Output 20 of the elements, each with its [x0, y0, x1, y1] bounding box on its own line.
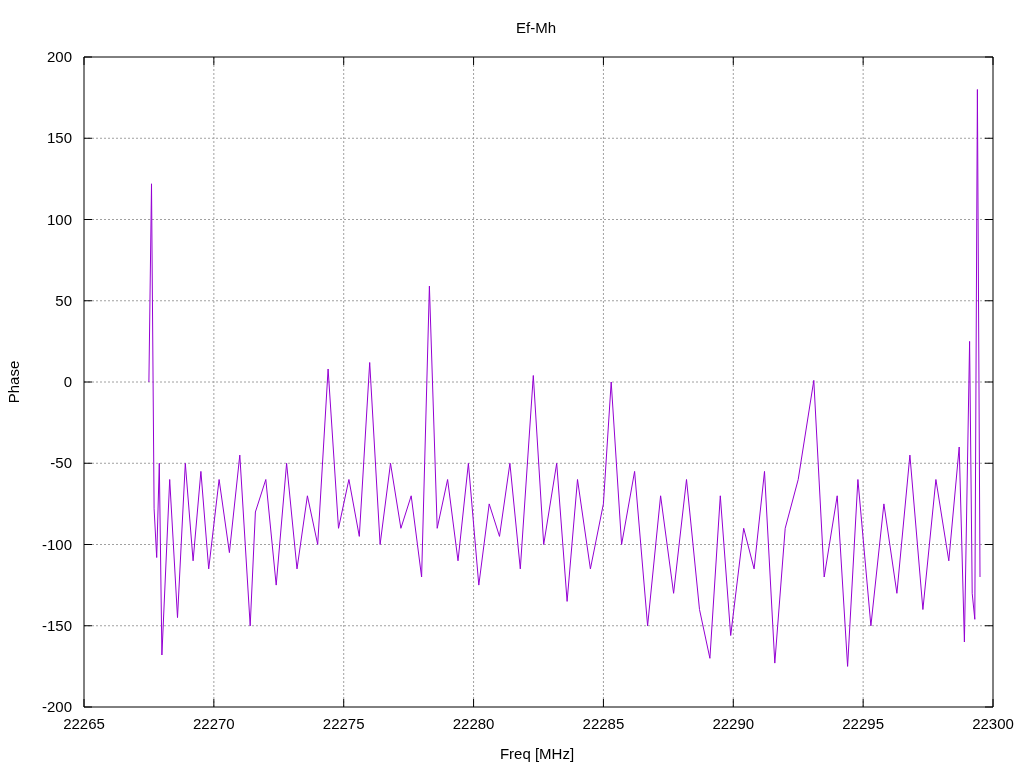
y-axis-title: Phase — [5, 360, 22, 404]
x-tick-label: 22265 — [63, 715, 105, 732]
y-tick-label: 100 — [46, 210, 72, 228]
x-tick-label: 22300 — [972, 715, 1014, 732]
y-tick-label: -50 — [50, 454, 72, 472]
x-tick-label: 22275 — [322, 715, 365, 732]
y-tick-label: -100 — [41, 535, 72, 553]
y-tick-label: 200 — [46, 48, 72, 65]
x-tick-label: 22295 — [842, 715, 884, 732]
y-tick-label: -150 — [41, 616, 72, 634]
y-tick-label: 150 — [46, 129, 72, 147]
x-tick-label: 22280 — [452, 715, 495, 732]
x-axis-title: Freq [MHz] — [499, 745, 575, 762]
chart-title: Ef-Mh — [516, 19, 556, 36]
x-tick-label: 22290 — [712, 715, 755, 732]
y-tick-label: -200 — [41, 698, 72, 715]
y-tick-label: 0 — [63, 373, 72, 390]
x-tick-label: 22285 — [582, 715, 625, 732]
y-tick-label: 50 — [55, 291, 72, 309]
x-tick-label: 22270 — [193, 715, 235, 732]
